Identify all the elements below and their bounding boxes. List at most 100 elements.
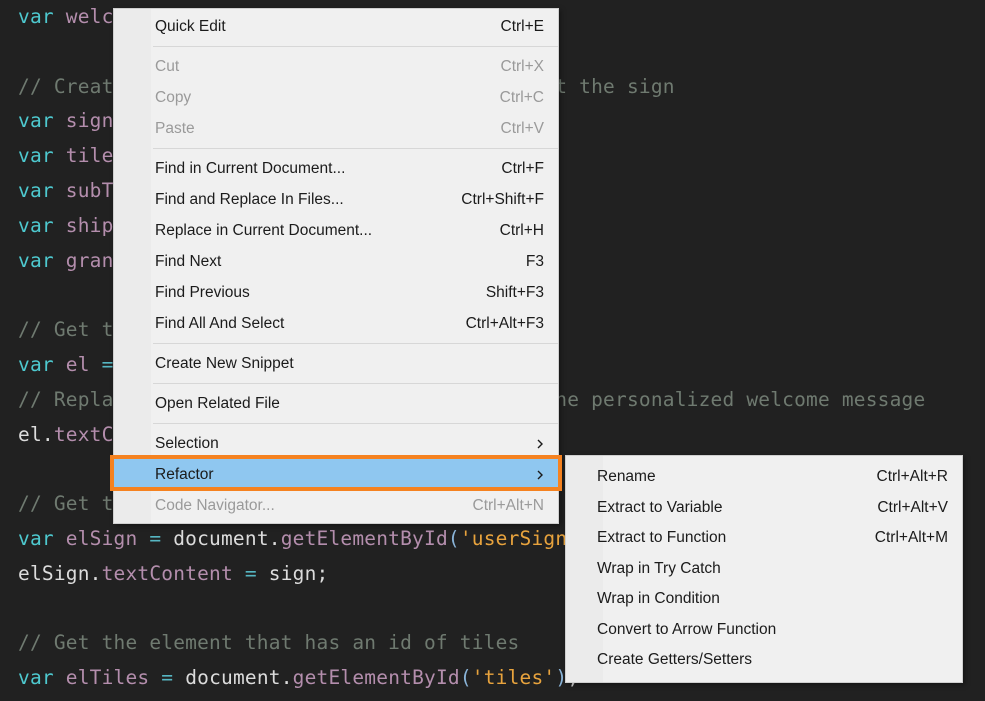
menu-item-label: Paste	[155, 120, 481, 138]
submenu-item-create-getters-setters[interactable]: Create Getters/Setters	[566, 645, 962, 676]
menu-item-label: Find Previous	[155, 284, 466, 302]
submenu-item-extract-to-variable[interactable]: Extract to Variable Ctrl+Alt+V	[566, 493, 962, 524]
menu-item-cut: Cut Ctrl+X	[114, 51, 558, 82]
code-line: elTiles.textContent = tiles;	[18, 696, 985, 701]
menu-item-shortcut: Ctrl+Shift+F	[461, 191, 544, 209]
menu-item-shortcut: Ctrl+F	[501, 160, 544, 178]
submenu-item-extract-to-function[interactable]: Extract to Function Ctrl+Alt+M	[566, 523, 962, 554]
menu-item-label: Find All And Select	[155, 315, 446, 333]
submenu-item-wrap-in-try-catch[interactable]: Wrap in Try Catch	[566, 554, 962, 585]
code-token: textContent	[102, 562, 233, 585]
menu-item-shortcut: Ctrl+V	[501, 120, 545, 138]
menu-item-label: Replace in Current Document...	[155, 222, 480, 240]
menu-item-label: Find Next	[155, 253, 506, 271]
code-token: getElementById	[293, 666, 460, 689]
code-token: var	[18, 144, 66, 167]
menu-separator	[153, 423, 558, 424]
menu-item-shortcut: F3	[526, 253, 544, 271]
menu-separator	[153, 343, 558, 344]
code-token: var	[18, 527, 66, 550]
menu-item-label: Create New Snippet	[155, 355, 544, 373]
screenshot-root: var welcome = greeting + name + message;…	[0, 0, 985, 701]
menu-item-shortcut: Ctrl+H	[500, 222, 544, 240]
code-token: var	[18, 353, 66, 376]
menu-item-selection[interactable]: Selection	[114, 428, 558, 459]
menu-item-label: Wrap in Condition	[597, 590, 948, 608]
code-token: =	[137, 527, 173, 550]
code-token: elTiles	[66, 666, 150, 689]
menu-item-label: Quick Edit	[155, 18, 481, 36]
menu-item-shortcut: Ctrl+Alt+F3	[466, 315, 544, 333]
menu-item-find-in-current-document[interactable]: Find in Current Document... Ctrl+F	[114, 153, 558, 184]
menu-item-label: Open Related File	[155, 395, 544, 413]
code-token: ;	[317, 562, 329, 585]
code-token: var	[18, 249, 66, 272]
menu-item-shortcut: Ctrl+X	[501, 58, 545, 76]
code-token: // Get the element that has an id of til…	[18, 631, 519, 654]
code-token: 'userSign'	[460, 527, 579, 550]
menu-item-open-related-file[interactable]: Open Related File	[114, 388, 558, 419]
code-token: var	[18, 666, 66, 689]
menu-item-shortcut: Ctrl+Alt+N	[473, 497, 545, 515]
refactor-submenu[interactable]: Rename Ctrl+Alt+R Extract to Variable Ctrl+…	[565, 455, 963, 683]
menu-item-shortcut: Ctrl+Alt+R	[877, 468, 949, 486]
code-token: .	[281, 666, 293, 689]
menu-item-find-previous[interactable]: Find Previous Shift+F3	[114, 277, 558, 308]
menu-item-label: Copy	[155, 89, 480, 107]
menu-item-label: Extract to Variable	[597, 499, 857, 517]
code-token: (	[460, 666, 472, 689]
menu-item-label: Refactor	[155, 466, 544, 484]
code-token: var	[18, 214, 66, 237]
code-token: =	[233, 562, 269, 585]
menu-separator	[153, 383, 558, 384]
menu-separator	[153, 148, 558, 149]
menu-item-find-all-and-select[interactable]: Find All And Select Ctrl+Alt+F3	[114, 308, 558, 339]
code-token: elSign	[66, 527, 138, 550]
context-menu[interactable]: Quick EditCtrl+E Cut Ctrl+X Copy Ctrl+C Paste…	[113, 8, 559, 524]
code-token: 'tiles'	[472, 666, 556, 689]
menu-item-label: Wrap in Try Catch	[597, 560, 948, 578]
submenu-item-rename[interactable]: Rename Ctrl+Alt+R	[566, 462, 962, 493]
submenu-item-wrap-in-condition[interactable]: Wrap in Condition	[566, 584, 962, 615]
chevron-right-icon	[535, 439, 545, 449]
menu-item-find-and-replace-in-files[interactable]: Find and Replace In Files... Ctrl+Shift+F	[114, 184, 558, 215]
code-token: getElementById	[281, 527, 448, 550]
code-token: document	[185, 666, 281, 689]
menu-item-label: Convert to Arrow Function	[597, 621, 948, 639]
menu-item-shortcut: Ctrl+C	[500, 89, 544, 107]
menu-item-label: Find and Replace In Files...	[155, 191, 441, 209]
code-token: (	[448, 527, 460, 550]
menu-item-label: Rename	[597, 468, 857, 486]
code-token: var	[18, 179, 66, 202]
menu-item-create-new-snippet[interactable]: Create New Snippet	[114, 348, 558, 379]
code-token: .	[269, 527, 281, 550]
menu-item-label: Selection	[155, 435, 544, 453]
menu-separator	[153, 46, 558, 47]
menu-item-label: Extract to Function	[597, 529, 855, 547]
menu-item-refactor[interactable]: Refactor	[114, 459, 558, 490]
chevron-right-icon	[535, 470, 545, 480]
code-token: document	[173, 527, 269, 550]
menu-item-label: Code Navigator...	[155, 497, 453, 515]
menu-item-quick-edit[interactable]: Quick EditCtrl+E	[114, 11, 558, 42]
code-token: el	[66, 353, 90, 376]
menu-item-code-navigator: Code Navigator... Ctrl+Alt+N	[114, 490, 558, 521]
code-token: el	[18, 423, 42, 446]
code-token: elSign	[18, 562, 90, 585]
menu-item-paste: Paste Ctrl+V	[114, 113, 558, 144]
menu-item-shortcut: Ctrl+Alt+V	[877, 499, 948, 517]
menu-item-label: Create Getters/Setters	[597, 651, 948, 669]
menu-item-shortcut: Shift+F3	[486, 284, 544, 302]
menu-item-replace-in-current-document[interactable]: Replace in Current Document... Ctrl+H	[114, 215, 558, 246]
code-token: var	[18, 5, 66, 28]
code-token: sign	[269, 562, 317, 585]
menu-item-label: Find in Current Document...	[155, 160, 481, 178]
code-token: =	[149, 666, 185, 689]
submenu-item-convert-to-arrow-function[interactable]: Convert to Arrow Function	[566, 615, 962, 646]
menu-item-find-next[interactable]: Find Next F3	[114, 246, 558, 277]
code-token: var	[18, 109, 66, 132]
code-token: sign	[66, 109, 114, 132]
menu-item-shortcut: Ctrl+Alt+M	[875, 529, 948, 547]
menu-item-copy: Copy Ctrl+C	[114, 82, 558, 113]
menu-item-label: Cut	[155, 58, 481, 76]
